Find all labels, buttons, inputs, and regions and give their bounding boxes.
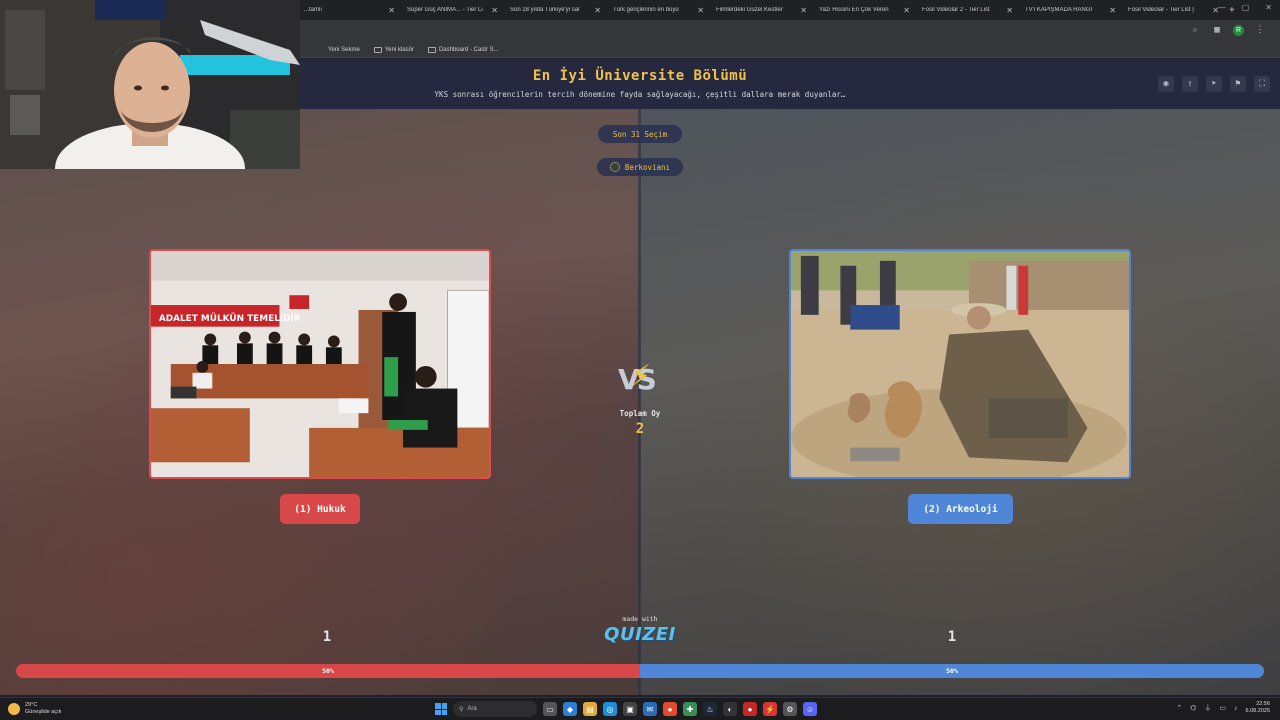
bookmark-item[interactable]: Yeni Sekme: [328, 47, 360, 53]
browser-tab[interactable]: Fosil Videolar - Tier List | ✕: [1122, 1, 1225, 19]
fullscreen-icon[interactable]: ⛶: [1254, 76, 1270, 92]
progress-left: 50%: [16, 664, 640, 678]
bookmark-star-icon[interactable]: ☆: [1189, 24, 1201, 36]
browser-tab[interactable]: Filmlerdeki Güzel Kestler ✕: [710, 1, 813, 19]
tab-label: TV'i KAPIŞMADA HANGI: [1025, 7, 1093, 13]
tab-label: Fosil Videolar 2 - Tier List: [922, 7, 990, 13]
tab-label: Filmlerdeki Güzel Kestler: [716, 7, 783, 13]
discord-icon[interactable]: ☺: [803, 702, 817, 716]
tab-label: Süper Güç ANIMA... - Tier Li: [407, 7, 483, 13]
vote-button-right[interactable]: (2) Arkeoloji: [908, 494, 1013, 524]
weather-desc: Güneşlide açık: [25, 709, 62, 715]
center-divider: [638, 109, 641, 695]
bookmark-item[interactable]: Dashboard - Castr S...: [427, 46, 499, 53]
webcam-feed-image: [0, 0, 300, 169]
webcam-overlay: [0, 0, 300, 169]
mail-icon[interactable]: ✉: [643, 702, 657, 716]
network-icon[interactable]: ⌬: [1190, 704, 1196, 712]
tab-label: ...tamlı: [304, 7, 323, 13]
close-icon[interactable]: ✕: [697, 6, 704, 15]
weather-temp: 29°C: [25, 702, 38, 708]
total-votes-value: 2: [635, 421, 645, 437]
close-icon[interactable]: ✕: [800, 6, 807, 15]
send-icon[interactable]: ➤: [1206, 76, 1222, 92]
share-icon[interactable]: ⇪: [1182, 76, 1198, 92]
menu-icon[interactable]: ⋮: [1254, 24, 1266, 36]
total-votes-label: Toplam Oy: [619, 409, 661, 418]
tab-label: Fosil Videolar - Tier List |: [1128, 7, 1194, 13]
xbox-icon[interactable]: ✚: [683, 702, 697, 716]
store-icon[interactable]: ▣: [623, 702, 637, 716]
obs-icon[interactable]: ◐: [723, 702, 737, 716]
vote-count-right: 1: [947, 629, 957, 645]
folder-icon: [373, 46, 382, 53]
browser-tab[interactable]: TV'i KAPIŞMADA HANGI ✕: [1019, 1, 1122, 19]
vote-button-left[interactable]: (1) Hukuk: [280, 494, 360, 524]
recorder-icon[interactable]: ●: [743, 702, 757, 716]
task-view-icon[interactable]: ▭: [543, 702, 557, 716]
browser-tab[interactable]: ...tamlı ✕: [298, 1, 401, 19]
lightning-icon: ⚡: [630, 359, 652, 394]
vs-badge: VS ⚡: [614, 359, 666, 399]
close-icon[interactable]: ✕: [1109, 6, 1116, 15]
bolt-app-icon[interactable]: ⚡: [763, 702, 777, 716]
eye-icon[interactable]: ◉: [1158, 76, 1174, 92]
taskbar-search[interactable]: ⚲ Ara: [453, 701, 537, 717]
made-with-label: made with: [622, 615, 658, 623]
usb-icon[interactable]: ⏚: [1204, 703, 1211, 713]
maximize-icon[interactable]: ▢: [1242, 3, 1250, 12]
os-taskbar: 29°C Güneşlide açık ⚲ Ara ▭ ◆ ▤ ◎ ▣ ✉ ● …: [0, 697, 1280, 720]
progress-right: 50%: [640, 664, 1264, 678]
archaeology-image: [791, 251, 1129, 477]
chrome-icon[interactable]: ●: [663, 702, 677, 716]
minimize-icon[interactable]: —: [1218, 3, 1226, 12]
windows-start-icon[interactable]: [435, 703, 447, 715]
close-icon[interactable]: ✕: [903, 6, 910, 15]
tab-label: Türk gençlerinin en büyü: [613, 7, 679, 13]
copilot-icon[interactable]: ◆: [563, 702, 577, 716]
taskbar-clock[interactable]: 22:56 6.08.2025: [1246, 701, 1270, 715]
vote-progress-bar: 50% 50%: [16, 664, 1264, 678]
option-card-left[interactable]: ADALET MÜLKÜN TEMELİDİR: [149, 249, 491, 479]
system-tray: ⌃ ⌬ ⏚ ▭ ♪ 22:56 6.08.2025: [1176, 701, 1270, 715]
edge-icon[interactable]: ◎: [603, 702, 617, 716]
page-icon: [427, 46, 436, 53]
window-controls: — ▢ ✕: [1218, 3, 1272, 12]
flag-icon[interactable]: ⚑: [1230, 76, 1246, 92]
file-explorer-icon[interactable]: ▤: [583, 702, 597, 716]
browser-tab[interactable]: Yazı Hissini En Çok Veren ✕: [813, 1, 916, 19]
profile-avatar[interactable]: R: [1233, 24, 1244, 36]
taskbar-apps: ⚲ Ara ▭ ◆ ▤ ◎ ▣ ✉ ● ✚ ♨ ◐ ● ⚡ ⚙ ☺: [435, 701, 817, 717]
volume-icon[interactable]: ♪: [1234, 705, 1238, 712]
settings-icon[interactable]: ⚙: [783, 702, 797, 716]
last-picks-badge[interactable]: Son 31 Seçim: [598, 125, 682, 143]
bookmark-folder[interactable]: Yeni klasör: [373, 46, 414, 53]
browser-tab[interactable]: Süper Güç ANIMA... - Tier Li ✕: [401, 1, 504, 19]
vote-count-left: 1: [322, 629, 332, 645]
banner-text: ADALET MÜLKÜN TEMELİDİR: [159, 313, 301, 324]
tab-label: Yazı Hissini En Çok Veren: [819, 7, 889, 13]
browser-tab[interactable]: Fosil Videolar 2 - Tier List ✕: [916, 1, 1019, 19]
close-icon[interactable]: ✕: [1006, 6, 1013, 15]
search-icon: ⚲: [459, 706, 464, 713]
quizei-logo[interactable]: QUIZEI: [590, 624, 690, 645]
weather-widget[interactable]: 29°C Güneşlide açık: [8, 702, 61, 716]
browser-tab[interactable]: Türk gençlerinin en büyü ✕: [607, 1, 710, 19]
close-window-icon[interactable]: ✕: [1265, 3, 1272, 12]
courtroom-image: ADALET MÜLKÜN TEMELİDİR: [151, 251, 489, 477]
user-badge[interactable]: Berkovianı: [597, 158, 683, 176]
extensions-icon[interactable]: ▦: [1211, 24, 1223, 36]
sun-icon: [8, 703, 20, 715]
close-icon[interactable]: ✕: [594, 6, 601, 15]
avatar: [609, 162, 620, 172]
display-icon[interactable]: ▭: [1219, 704, 1226, 712]
browser-tab[interactable]: Son 28 yılda Türkiye'yi sal ✕: [504, 1, 607, 19]
tab-label: Son 28 yılda Türkiye'yi sal: [510, 7, 580, 13]
header-actions: ◉ ⇪ ➤ ⚑ ⛶: [1158, 76, 1270, 92]
steam-icon[interactable]: ♨: [703, 702, 717, 716]
chevron-up-icon[interactable]: ⌃: [1176, 704, 1182, 712]
close-icon[interactable]: ✕: [388, 6, 395, 15]
close-icon[interactable]: ✕: [491, 6, 498, 15]
option-card-right[interactable]: [789, 249, 1131, 479]
